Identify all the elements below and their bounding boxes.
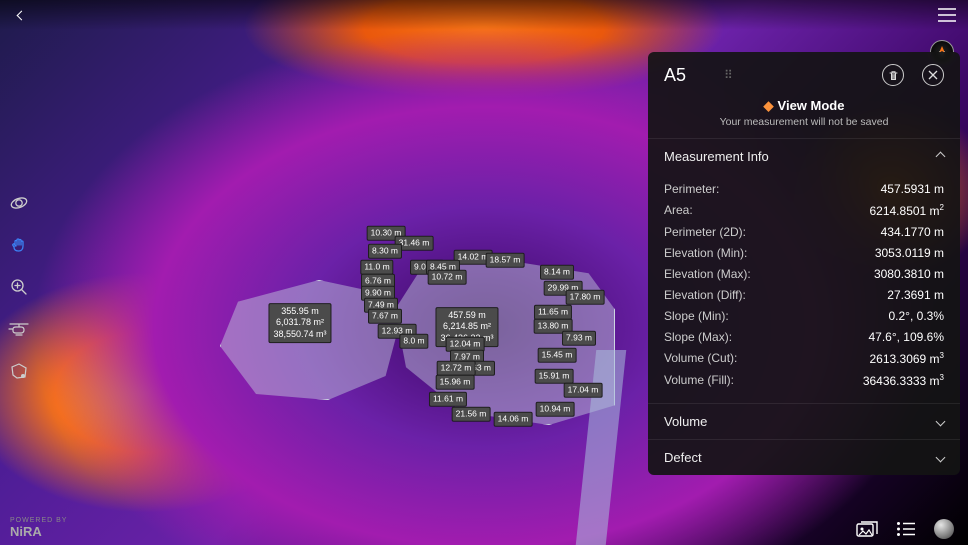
measurement-value: 0.2°, 0.3% xyxy=(889,309,945,323)
edge-length-label[interactable]: 15.45 m xyxy=(538,348,577,363)
polygon-summary-label[interactable]: 355.95 m6,031.78 m²38,550.74 m³ xyxy=(268,303,331,343)
measurement-key: Elevation (Max): xyxy=(664,267,751,281)
list-icon xyxy=(896,521,916,537)
pan-tool[interactable] xyxy=(4,230,34,260)
section-measurement-info[interactable]: Measurement Info xyxy=(648,138,960,174)
measure-polygon-tool[interactable] xyxy=(4,356,34,386)
measurement-row: Slope (Min): 0.2°, 0.3% xyxy=(664,305,944,326)
panel-title: A5 xyxy=(664,65,686,86)
close-button[interactable] xyxy=(922,64,944,86)
measurement-key: Slope (Max): xyxy=(664,330,732,344)
measurement-value: 27.3691 m xyxy=(887,288,944,302)
measurement-key: Elevation (Min): xyxy=(664,246,747,260)
hand-icon xyxy=(9,235,29,255)
measurement-key: Area: xyxy=(664,203,693,218)
edge-length-label[interactable]: 7.67 m xyxy=(368,309,402,324)
edge-length-label[interactable]: 14.06 m xyxy=(494,412,533,427)
polygon-measure-icon xyxy=(9,361,29,381)
section-defect[interactable]: Defect xyxy=(648,439,960,475)
hamburger-icon xyxy=(938,8,956,22)
orbit-tool[interactable] xyxy=(4,188,34,218)
helicopter-tool[interactable] xyxy=(4,314,34,344)
helicopter-icon xyxy=(8,321,30,337)
measurement-row: Volume (Fill): 36436.3333 m3 xyxy=(664,369,944,391)
photo-stack-button[interactable] xyxy=(856,520,878,538)
measurement-row: Perimeter: 457.5931 m xyxy=(664,178,944,199)
view-mode-banner: ◆ View Mode Your measurement will not be … xyxy=(648,94,960,138)
measurement-value: 2613.3069 m3 xyxy=(869,351,944,366)
measurement-row: Perimeter (2D): 434.1770 m xyxy=(664,221,944,242)
banner-subtitle: Your measurement will not be saved xyxy=(648,116,960,128)
measurement-key: Elevation (Diff): xyxy=(664,288,746,302)
edge-length-label[interactable]: 15.96 m xyxy=(436,375,475,390)
warning-icon: ◆ xyxy=(764,98,774,113)
section-volume[interactable]: Volume xyxy=(648,403,960,439)
delete-button[interactable] xyxy=(882,64,904,86)
bottom-bar xyxy=(856,519,954,539)
measurement-value: 6214.8501 m2 xyxy=(869,203,944,218)
measurement-row: Slope (Max): 47.6°, 109.6% xyxy=(664,326,944,347)
measurement-key: Perimeter (2D): xyxy=(664,225,746,239)
measurement-value: 47.6°, 109.6% xyxy=(868,330,944,344)
chevron-down-icon xyxy=(936,453,946,463)
trash-icon xyxy=(888,70,899,81)
measurement-panel: A5 ⠿ ◆ View Mode Your measurement will no… xyxy=(648,52,960,475)
section-title: Volume xyxy=(664,414,707,429)
edge-length-label[interactable]: 8.30 m xyxy=(368,244,402,259)
edge-length-label[interactable]: 10.72 m xyxy=(428,270,467,285)
banner-title: View Mode xyxy=(778,98,845,113)
material-sphere-button[interactable] xyxy=(934,519,954,539)
powered-by: POWERED BY NiRA xyxy=(10,517,67,539)
photo-stack-icon xyxy=(856,520,878,538)
edge-length-label[interactable]: 17.80 m xyxy=(566,290,605,305)
edge-length-label[interactable]: 15.91 m xyxy=(535,369,574,384)
measurement-value: 36436.3333 m3 xyxy=(863,373,944,388)
measurement-row: Area: 6214.8501 m2 xyxy=(664,199,944,221)
measurement-value: 3080.3810 m xyxy=(874,267,944,281)
measurement-row: Elevation (Min): 3053.0119 m xyxy=(664,242,944,263)
edge-length-label[interactable]: 18.57 m xyxy=(486,253,525,268)
edge-length-label[interactable]: 8.14 m xyxy=(540,265,574,280)
menu-button[interactable] xyxy=(936,4,958,26)
back-button[interactable] xyxy=(10,4,32,26)
drag-handle-icon[interactable]: ⠿ xyxy=(724,68,735,82)
chevron-up-icon xyxy=(936,152,946,162)
measurement-key: Perimeter: xyxy=(664,182,719,196)
left-toolbar xyxy=(4,188,34,386)
measurement-row: Elevation (Max): 3080.3810 m xyxy=(664,263,944,284)
top-bar xyxy=(0,0,968,30)
edge-length-label[interactable]: 11.65 m xyxy=(534,305,572,320)
edge-length-label[interactable]: 21.56 m xyxy=(452,407,491,422)
edge-length-label[interactable]: 7.93 m xyxy=(562,331,596,346)
zoom-tool[interactable] xyxy=(4,272,34,302)
sphere-icon xyxy=(934,519,954,539)
powered-by-label: POWERED BY xyxy=(10,517,67,524)
chevron-down-icon xyxy=(936,417,946,427)
magnifier-plus-icon xyxy=(9,277,29,297)
edge-length-label[interactable]: 11.0 m xyxy=(360,260,393,275)
edge-length-label[interactable]: 10.94 m xyxy=(536,402,575,417)
measurement-value: 3053.0119 m xyxy=(875,246,944,260)
panel-header[interactable]: A5 ⠿ xyxy=(648,52,960,94)
edge-length-label[interactable]: 8.0 m xyxy=(399,334,428,349)
powered-by-logo: NiRA xyxy=(10,524,67,539)
measurement-value: 434.1770 m xyxy=(881,225,944,239)
edge-length-label[interactable]: 12.72 m xyxy=(437,361,476,376)
section-title: Defect xyxy=(664,450,702,465)
orbit-icon xyxy=(9,193,29,213)
measurement-row: Elevation (Diff): 27.3691 m xyxy=(664,284,944,305)
measurement-value: 457.5931 m xyxy=(881,182,944,196)
list-button[interactable] xyxy=(896,521,916,537)
edge-length-label[interactable]: 17.04 m xyxy=(564,383,603,398)
measurement-key: Volume (Cut): xyxy=(664,351,737,366)
measurement-key: Volume (Fill): xyxy=(664,373,734,388)
measurement-row: Volume (Cut): 2613.3069 m3 xyxy=(664,347,944,369)
measurement-rows: Perimeter: 457.5931 m Area: 6214.8501 m2 Per… xyxy=(648,174,960,403)
chevron-left-icon xyxy=(16,10,26,20)
section-title: Measurement Info xyxy=(664,149,769,164)
close-icon xyxy=(928,70,938,80)
measurement-key: Slope (Min): xyxy=(664,309,729,323)
edge-length-label[interactable]: 11.61 m xyxy=(429,392,467,407)
